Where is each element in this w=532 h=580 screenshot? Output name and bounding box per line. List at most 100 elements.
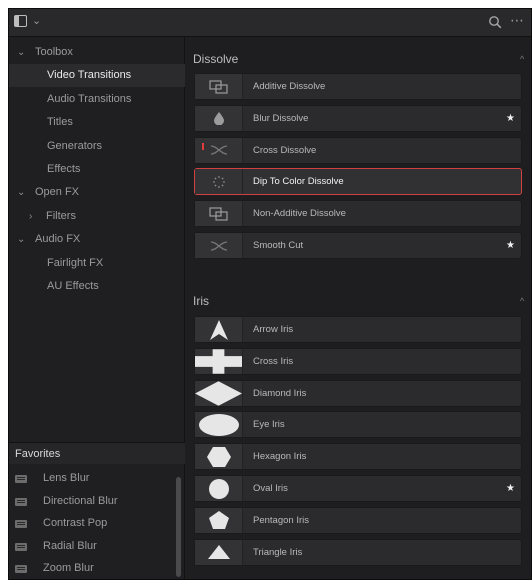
collapse-icon[interactable]: ^ bbox=[520, 47, 524, 71]
sidebar-item-label: Titles bbox=[47, 116, 73, 129]
sidebar-item-label: AU Effects bbox=[47, 280, 99, 292]
effects-content: Dissolve ^ Additive Dissolve Blur Dissolv… bbox=[185, 37, 531, 579]
sidebar-item-fairlight-fx[interactable]: Fairlight FX bbox=[9, 252, 185, 275]
transition-item-dip-to-color-dissolve[interactable]: Dip To Color Dissolve bbox=[194, 168, 522, 196]
sidebar-item-label: Audio FX bbox=[35, 233, 81, 246]
favorites-scrollbar[interactable] bbox=[176, 477, 181, 577]
non-additive-dissolve-icon bbox=[195, 201, 243, 227]
favorite-label: Contrast Pop bbox=[43, 517, 108, 529]
favorite-label: Directional Blur bbox=[43, 494, 118, 507]
triangle-iris-icon bbox=[195, 539, 243, 565]
transition-item-blur-dissolve[interactable]: Blur Dissolve ★ bbox=[194, 104, 522, 132]
transition-name: Additive Dissolve bbox=[253, 81, 326, 92]
dip-dots-icon bbox=[195, 169, 243, 195]
marker-icon bbox=[202, 142, 204, 150]
sidebar-item-au-effects[interactable]: AU Effects bbox=[9, 275, 185, 298]
favorite-star-icon[interactable]: ★ bbox=[506, 106, 515, 131]
effects-library-panel: ⌄ ⋯ ⌄ Toolbox Video Transitions Audio Trans… bbox=[8, 8, 532, 580]
transition-item-additive-dissolve[interactable]: Additive Dissolve bbox=[194, 73, 522, 100]
arrow-iris-icon bbox=[195, 317, 243, 342]
transition-name: Blur Dissolve bbox=[253, 112, 309, 124]
sidebar-item-label: Filters bbox=[46, 209, 76, 222]
sidebar-item-audio-fx[interactable]: ⌄ Audio FX bbox=[9, 228, 185, 251]
transition-item-pentagon-iris[interactable]: Pentagon Iris bbox=[194, 506, 522, 534]
section-title: Dissolve bbox=[193, 52, 239, 66]
transition-item-smooth-cut[interactable]: Smooth Cut ★ bbox=[194, 232, 522, 259]
transition-item-cross-dissolve[interactable]: Cross Dissolve bbox=[194, 136, 522, 164]
sidebar-item-label: Effects bbox=[47, 163, 81, 175]
chevron-down-icon[interactable]: ⌄ bbox=[32, 14, 41, 27]
favorite-star-icon[interactable]: ★ bbox=[506, 233, 515, 258]
favorite-item[interactable]: Lens Blur bbox=[9, 467, 179, 490]
cross-iris-icon bbox=[195, 348, 243, 374]
effect-icon bbox=[15, 542, 27, 551]
favorite-item[interactable]: Contrast Pop bbox=[9, 512, 179, 535]
drop-icon bbox=[195, 105, 243, 131]
chevron-down-icon[interactable]: ⌄ bbox=[17, 228, 25, 251]
effect-icon bbox=[15, 565, 27, 573]
transition-item-non-additive-dissolve[interactable]: Non-Additive Dissolve bbox=[194, 200, 522, 228]
transition-item-triangle-iris[interactable]: Triangle Iris bbox=[194, 538, 522, 566]
sidebar-item-titles[interactable]: Titles bbox=[9, 111, 185, 134]
sidebar-item-audio-transitions[interactable]: Audio Transitions bbox=[9, 88, 185, 111]
sidebar-item-open-fx[interactable]: ⌄ Open FX bbox=[9, 181, 185, 204]
transition-item-diamond-iris[interactable]: Diamond Iris bbox=[194, 379, 522, 407]
panel-toolbar: ⌄ ⋯ bbox=[9, 9, 531, 37]
favorites-header: Favorites bbox=[9, 442, 185, 464]
sidebar-item-label: Video Transitions bbox=[47, 69, 132, 82]
transition-name: Cross Iris bbox=[253, 355, 294, 367]
favorite-label: Lens Blur bbox=[43, 472, 90, 484]
transition-item-hexagon-iris[interactable]: Hexagon Iris bbox=[194, 443, 522, 471]
transition-name: Diamond Iris bbox=[253, 387, 307, 399]
oval-iris-icon bbox=[195, 476, 243, 501]
hexagon-iris-icon bbox=[195, 444, 243, 470]
favorite-item[interactable]: Directional Blur bbox=[9, 490, 179, 513]
pentagon-iris-icon bbox=[195, 507, 243, 533]
favorite-label: Zoom Blur bbox=[43, 562, 94, 574]
chevron-down-icon[interactable]: ⌄ bbox=[17, 41, 25, 64]
favorite-label: Radial Blur bbox=[43, 539, 97, 552]
chevron-right-icon[interactable]: › bbox=[29, 205, 32, 228]
transition-name: Pentagon Iris bbox=[253, 514, 309, 526]
favorite-item[interactable]: Zoom Blur bbox=[9, 557, 179, 579]
favorite-star-icon[interactable]: ★ bbox=[506, 476, 515, 501]
sidebar-item-label: Open FX bbox=[35, 186, 80, 199]
transition-name: Non-Additive Dissolve bbox=[253, 208, 346, 220]
sidebar-item-label: Audio Transitions bbox=[47, 92, 132, 105]
transition-name: Oval Iris bbox=[253, 483, 288, 494]
transition-item-oval-iris[interactable]: Oval Iris ★ bbox=[194, 475, 522, 502]
transition-item-arrow-iris[interactable]: Arrow Iris bbox=[194, 316, 522, 343]
panel-toggle-icon[interactable] bbox=[14, 15, 27, 27]
additive-dissolve-icon bbox=[195, 74, 243, 99]
section-title: Iris bbox=[193, 294, 209, 308]
transition-name: Hexagon Iris bbox=[253, 451, 307, 463]
sidebar-item-video-transitions[interactable]: Video Transitions bbox=[9, 64, 185, 88]
sidebar-item-label: Generators bbox=[47, 139, 103, 152]
transition-item-eye-iris[interactable]: Eye Iris bbox=[194, 411, 522, 439]
chevron-down-icon[interactable]: ⌄ bbox=[17, 181, 25, 204]
cross-dissolve-icon bbox=[195, 137, 243, 163]
dissolve-section-header[interactable]: Dissolve ^ bbox=[185, 47, 531, 71]
favorite-item[interactable]: Radial Blur bbox=[9, 535, 179, 558]
transition-name: Dip To Color Dissolve bbox=[253, 176, 344, 188]
iris-section-header[interactable]: Iris ^ bbox=[185, 289, 531, 313]
transition-name: Triangle Iris bbox=[253, 546, 303, 558]
transition-name: Cross Dissolve bbox=[253, 144, 317, 156]
collapse-icon[interactable]: ^ bbox=[520, 289, 524, 313]
eye-iris-icon bbox=[195, 412, 243, 438]
sidebar-item-filters[interactable]: › Filters bbox=[9, 205, 185, 228]
sidebar-item-label: Toolbox bbox=[35, 46, 73, 58]
sidebar-item-effects[interactable]: Effects bbox=[9, 158, 185, 181]
more-options-icon[interactable]: ⋯ bbox=[510, 12, 531, 30]
smooth-cut-icon bbox=[195, 233, 243, 258]
transition-name: Arrow Iris bbox=[253, 324, 294, 335]
effect-icon bbox=[15, 475, 27, 483]
search-icon[interactable] bbox=[488, 15, 502, 29]
transition-item-cross-iris[interactable]: Cross Iris bbox=[194, 347, 522, 375]
sidebar-item-label: Fairlight FX bbox=[47, 256, 104, 269]
sidebar-item-toolbox[interactable]: ⌄ Toolbox bbox=[9, 41, 185, 64]
transition-name: Eye Iris bbox=[253, 419, 285, 431]
transition-name: Smooth Cut bbox=[253, 240, 304, 251]
sidebar-item-generators[interactable]: Generators bbox=[9, 135, 185, 158]
effect-icon bbox=[15, 497, 27, 506]
